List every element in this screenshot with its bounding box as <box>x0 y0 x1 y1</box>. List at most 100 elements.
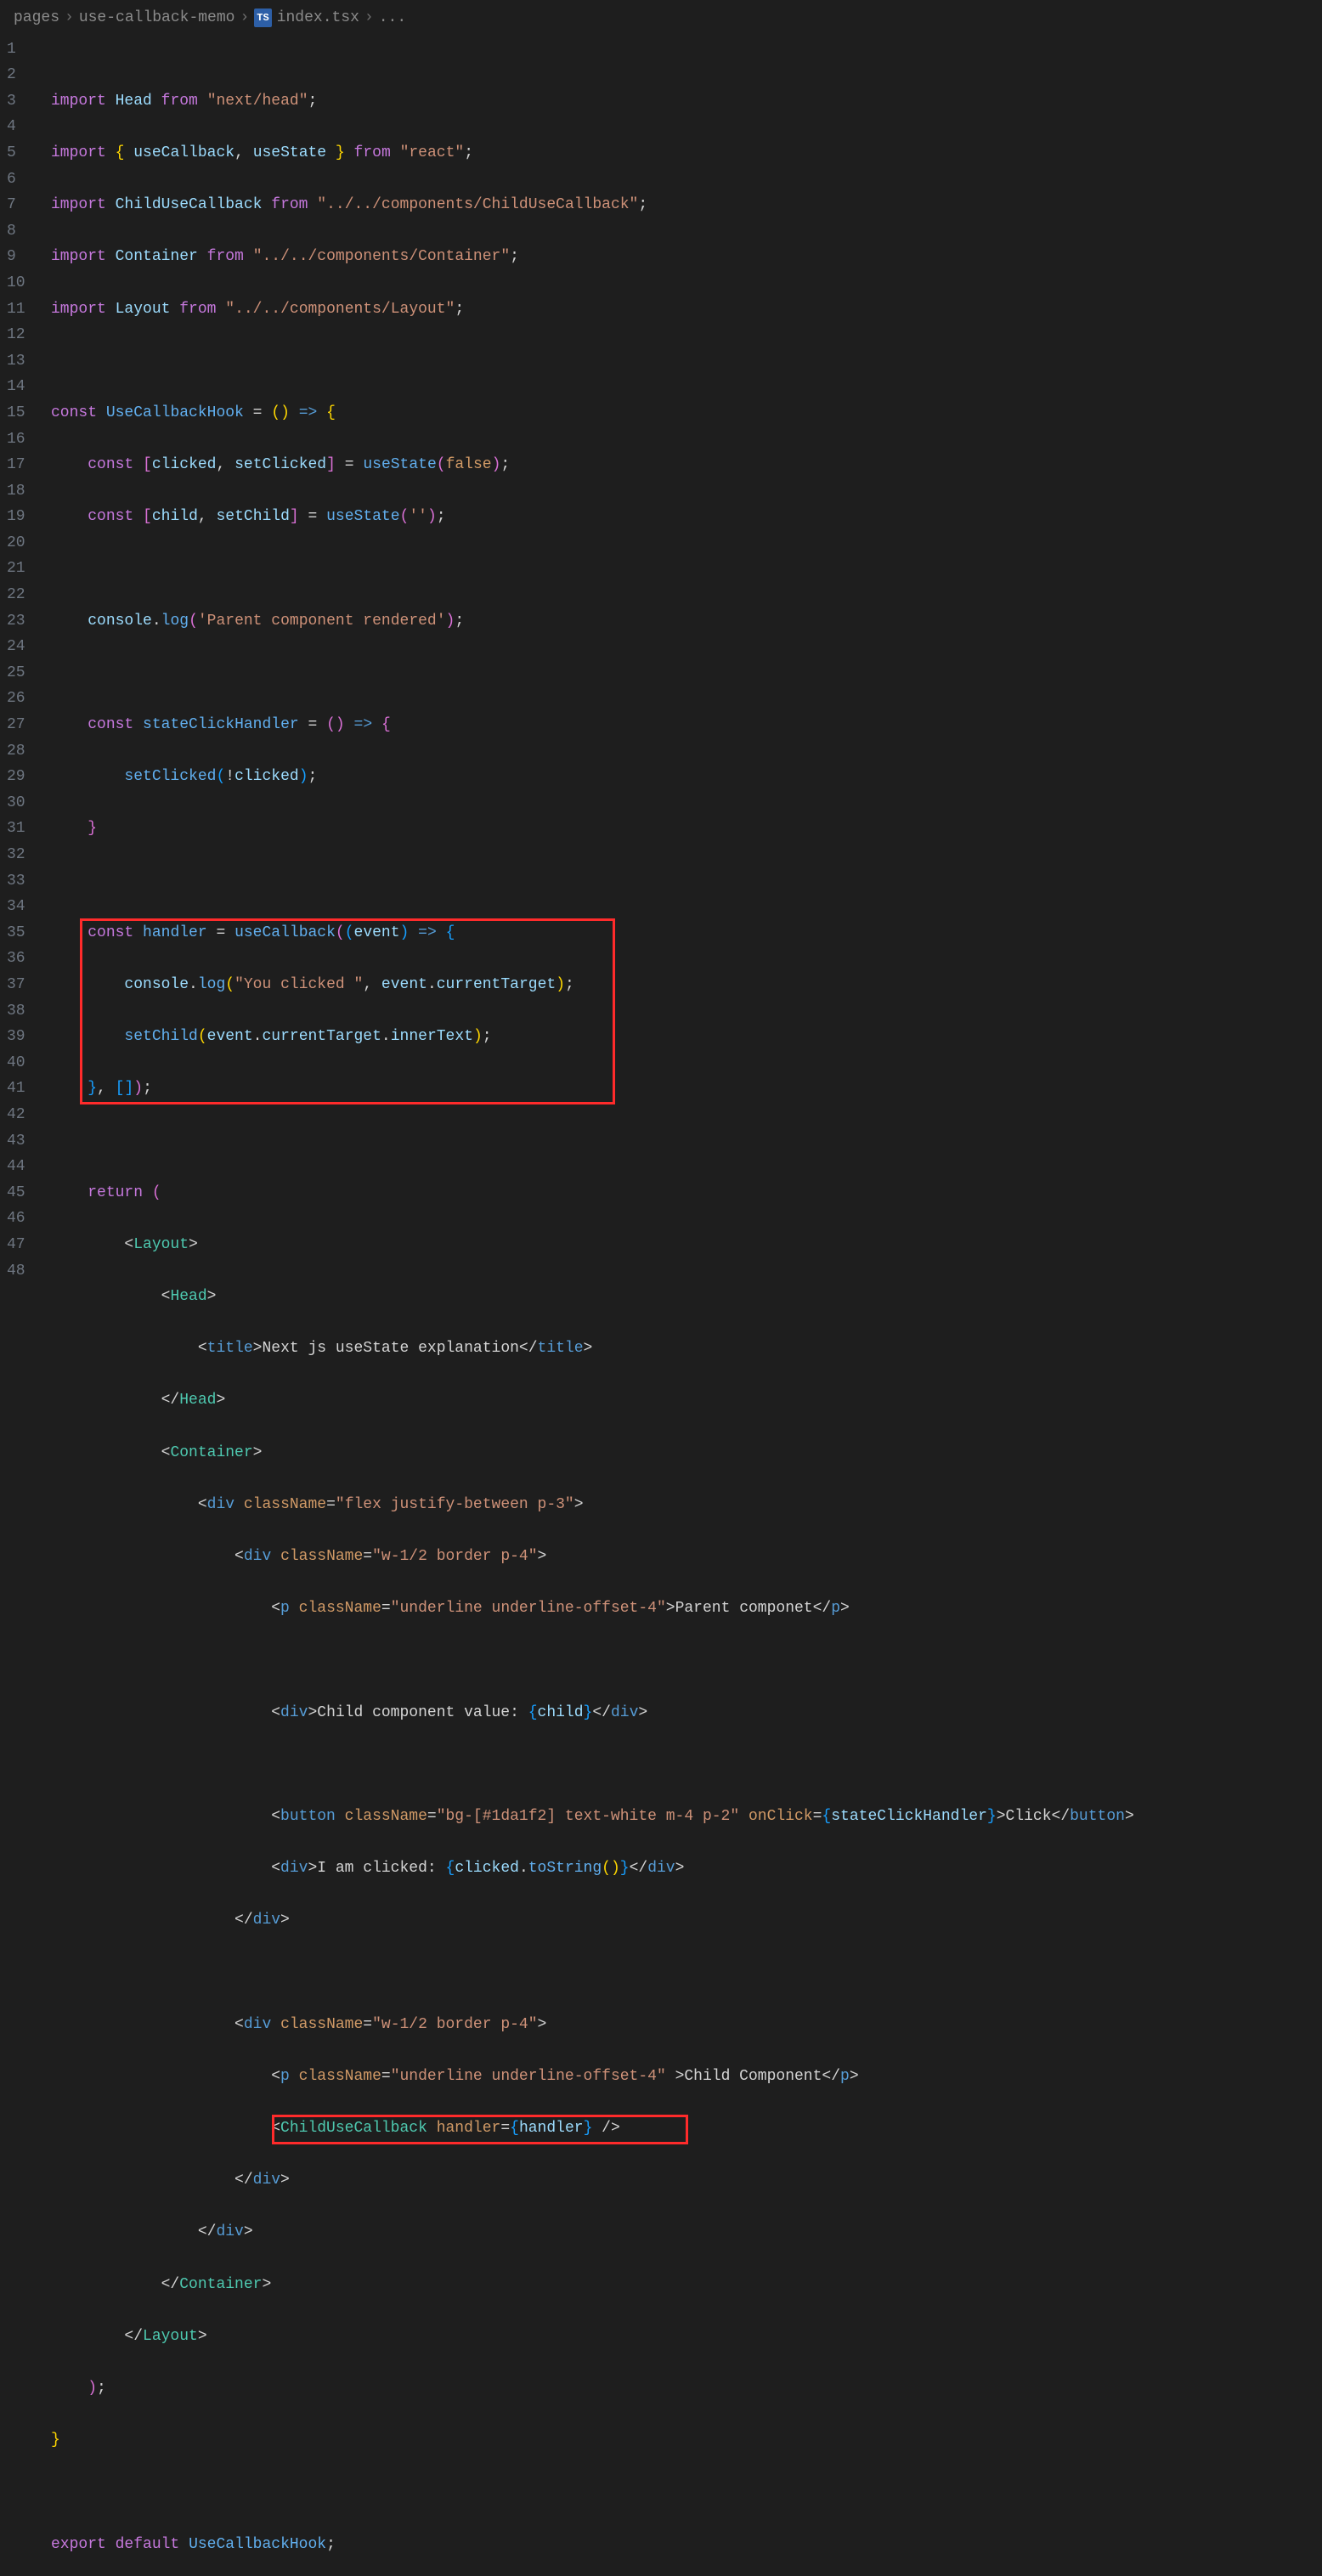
line-number: 19 <box>7 504 36 530</box>
code-line[interactable]: <title>Next js useState explanation</tit… <box>51 1336 1305 1362</box>
code-line[interactable] <box>51 556 1305 582</box>
line-number: 27 <box>7 712 36 738</box>
code-line[interactable]: console.log("You clicked ", event.curren… <box>51 972 1305 998</box>
breadcrumb-part[interactable]: pages <box>14 5 59 31</box>
line-number: 48 <box>7 1258 36 1285</box>
line-number: 6 <box>7 167 36 193</box>
chevron-right-icon: › <box>240 5 249 31</box>
line-number: 38 <box>7 998 36 1025</box>
line-number: 29 <box>7 764 36 790</box>
code-line[interactable]: } <box>51 816 1305 842</box>
code-line[interactable]: const UseCallbackHook = () => { <box>51 400 1305 427</box>
code-line[interactable]: <Layout> <box>51 1232 1305 1258</box>
code-line[interactable] <box>51 1128 1305 1155</box>
line-number-gutter: 1234567891011121314151617181920212223242… <box>0 37 51 2576</box>
code-line[interactable]: </Head> <box>51 1387 1305 1414</box>
code-line[interactable]: }, []); <box>51 1076 1305 1102</box>
code-line[interactable] <box>51 660 1305 686</box>
code-line[interactable]: const stateClickHandler = () => { <box>51 712 1305 738</box>
code-line[interactable]: setClicked(!clicked); <box>51 764 1305 790</box>
code-line[interactable]: import Container from "../../components/… <box>51 244 1305 270</box>
code-line[interactable]: </div> <box>51 2219 1305 2246</box>
code-line[interactable]: <div className="flex justify-between p-3… <box>51 1492 1305 1518</box>
line-number: 44 <box>7 1154 36 1180</box>
line-number: 41 <box>7 1076 36 1102</box>
line-number: 26 <box>7 686 36 712</box>
line-number: 12 <box>7 322 36 348</box>
line-number: 22 <box>7 582 36 608</box>
code-line[interactable]: import ChildUseCallback from "../../comp… <box>51 192 1305 218</box>
code-line[interactable]: </div> <box>51 2167 1305 2194</box>
code-line[interactable]: const [clicked, setClicked] = useState(f… <box>51 452 1305 478</box>
code-line[interactable] <box>51 348 1305 375</box>
code-line[interactable]: <div className="w-1/2 border p-4"> <box>51 1544 1305 1570</box>
breadcrumb-trail[interactable]: ... <box>379 5 406 31</box>
code-line[interactable]: return ( <box>51 1180 1305 1206</box>
line-number: 24 <box>7 634 36 660</box>
line-number: 18 <box>7 478 36 505</box>
line-number: 16 <box>7 427 36 453</box>
code-line[interactable] <box>51 1647 1305 1674</box>
line-number: 25 <box>7 660 36 686</box>
breadcrumb-part[interactable]: use-callback-memo <box>79 5 235 31</box>
code-line[interactable]: import Head from "next/head"; <box>51 88 1305 115</box>
code-line[interactable]: <ChildUseCallback handler={handler} /> <box>51 2116 1305 2142</box>
line-number: 5 <box>7 140 36 167</box>
code-line[interactable]: export default UseCallbackHook; <box>51 2532 1305 2558</box>
code-line[interactable] <box>51 1752 1305 1778</box>
line-number: 42 <box>7 1102 36 1128</box>
code-line[interactable]: <div>I am clicked: {clicked.toString()}<… <box>51 1856 1305 1882</box>
line-number: 32 <box>7 842 36 868</box>
code-line[interactable]: import { useCallback, useState } from "r… <box>51 140 1305 167</box>
line-number: 33 <box>7 868 36 895</box>
line-number: 23 <box>7 608 36 635</box>
line-number: 10 <box>7 270 36 297</box>
line-number: 7 <box>7 192 36 218</box>
line-number: 1 <box>7 37 36 63</box>
code-content[interactable]: import Head from "next/head"; import { u… <box>51 37 1322 2576</box>
line-number: 31 <box>7 816 36 842</box>
line-number: 47 <box>7 1232 36 1258</box>
line-number: 28 <box>7 738 36 765</box>
code-line[interactable]: </Container> <box>51 2272 1305 2298</box>
line-number: 37 <box>7 972 36 998</box>
line-number: 21 <box>7 556 36 582</box>
ts-file-icon: TS <box>254 8 271 27</box>
line-number: 17 <box>7 452 36 478</box>
code-line[interactable]: <p className="underline underline-offset… <box>51 2064 1305 2090</box>
code-line[interactable] <box>51 1960 1305 1986</box>
code-line[interactable]: </Layout> <box>51 2324 1305 2350</box>
code-line[interactable]: <button className="bg-[#1da1f2] text-whi… <box>51 1804 1305 1830</box>
code-line[interactable]: <div>Child component value: {child}</div… <box>51 1700 1305 1726</box>
line-number: 3 <box>7 88 36 115</box>
line-number: 11 <box>7 297 36 323</box>
code-line[interactable]: <p className="underline underline-offset… <box>51 1596 1305 1622</box>
code-line[interactable] <box>51 868 1305 895</box>
code-line[interactable]: import Layout from "../../components/Lay… <box>51 297 1305 323</box>
code-line[interactable]: const [child, setChild] = useState(''); <box>51 504 1305 530</box>
line-number: 46 <box>7 1206 36 1232</box>
line-number: 2 <box>7 62 36 88</box>
line-number: 15 <box>7 400 36 427</box>
code-line[interactable]: const handler = useCallback((event) => { <box>51 920 1305 946</box>
line-number: 35 <box>7 920 36 946</box>
chevron-right-icon: › <box>364 5 374 31</box>
code-editor[interactable]: 1234567891011121314151617181920212223242… <box>0 37 1322 2576</box>
breadcrumb-file[interactable]: index.tsx <box>277 5 359 31</box>
line-number: 20 <box>7 530 36 556</box>
code-line[interactable]: <div className="w-1/2 border p-4"> <box>51 2012 1305 2038</box>
code-line[interactable]: ); <box>51 2375 1305 2402</box>
line-number: 8 <box>7 218 36 245</box>
code-line[interactable]: setChild(event.currentTarget.innerText); <box>51 1024 1305 1050</box>
line-number: 4 <box>7 114 36 140</box>
line-number: 13 <box>7 348 36 375</box>
code-line[interactable]: } <box>51 2427 1305 2454</box>
line-number: 40 <box>7 1050 36 1076</box>
line-number: 39 <box>7 1024 36 1050</box>
code-line[interactable]: console.log('Parent component rendered')… <box>51 608 1305 635</box>
chevron-right-icon: › <box>65 5 74 31</box>
code-line[interactable]: </div> <box>51 1907 1305 1934</box>
code-line[interactable]: <Container> <box>51 1440 1305 1466</box>
line-number: 30 <box>7 790 36 816</box>
code-line[interactable] <box>51 2479 1305 2505</box>
